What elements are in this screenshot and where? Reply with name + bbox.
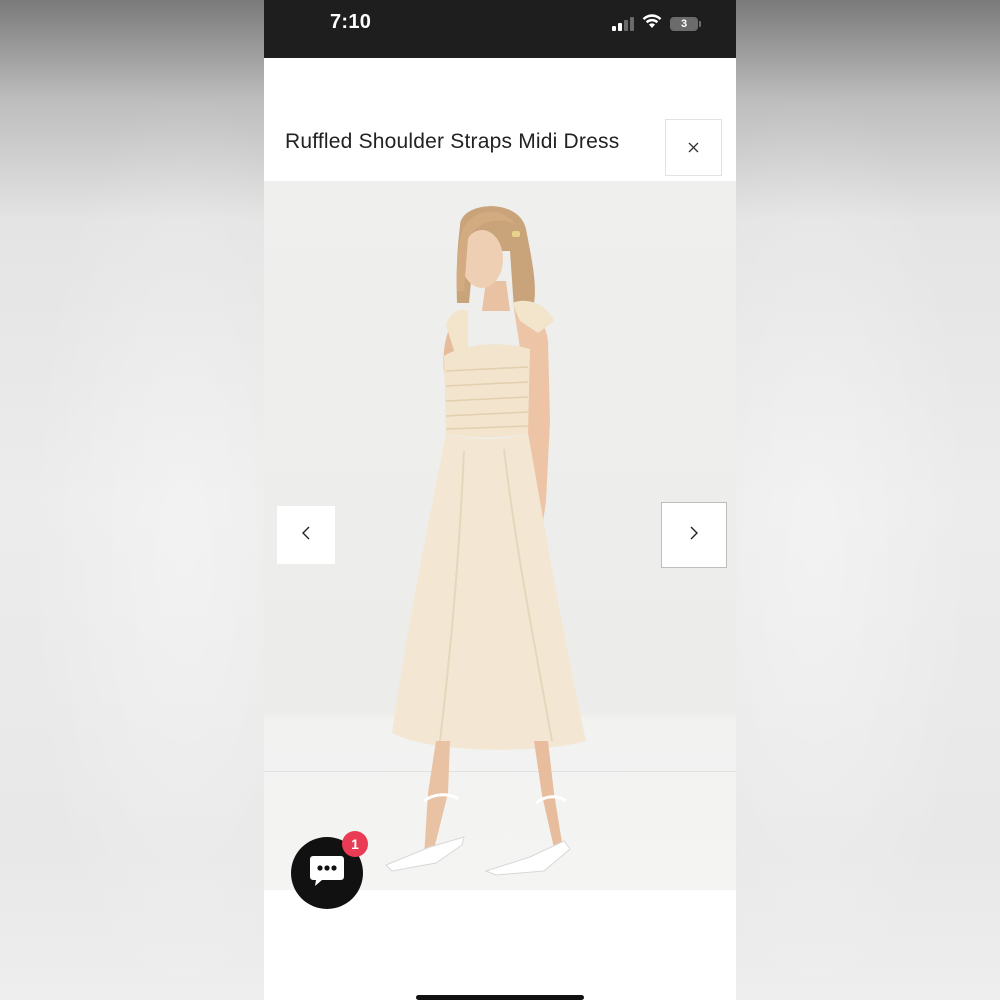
close-button[interactable] (665, 119, 722, 176)
status-icons: 3 (612, 14, 701, 34)
product-header: Ruffled Shoulder Straps Midi Dress (264, 58, 736, 181)
blurred-background-right (736, 0, 1000, 1000)
status-time: 7:10 (330, 11, 372, 33)
chat-bubble-icon (308, 854, 346, 893)
signal-icon (612, 17, 634, 31)
next-image-button[interactable] (661, 502, 727, 568)
chat-notification-badge: 1 (342, 831, 368, 857)
battery-icon: 3 (670, 17, 701, 31)
blurred-background-left (0, 0, 264, 1000)
product-title: Ruffled Shoulder Straps Midi Dress (285, 130, 620, 153)
chevron-right-icon (689, 525, 699, 546)
chevron-left-icon (301, 525, 311, 546)
phone-screen: 7:10 3 Ruffled Shoulder Straps Midi Dres… (264, 0, 736, 1000)
product-image-gallery[interactable] (264, 181, 736, 890)
previous-image-button[interactable] (277, 506, 335, 564)
wifi-icon (642, 14, 662, 34)
status-bar: 7:10 3 (264, 0, 736, 58)
close-icon (688, 137, 699, 158)
home-indicator[interactable] (416, 995, 584, 1000)
